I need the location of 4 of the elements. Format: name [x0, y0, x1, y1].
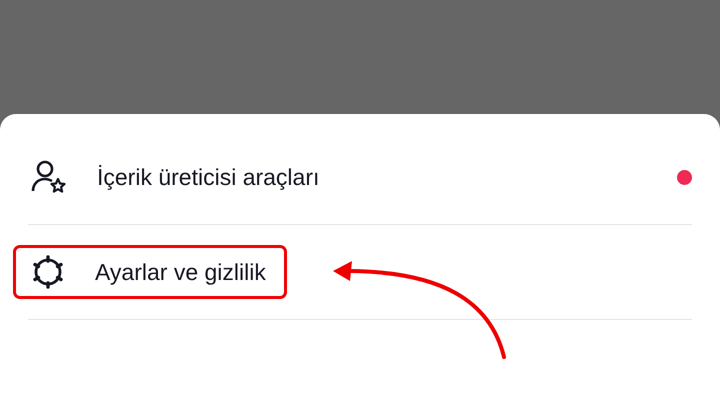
- gear-icon: [31, 255, 65, 289]
- menu-item-label[interactable]: İçerik üreticisi araçları: [97, 164, 320, 190]
- person-star-icon: [31, 160, 67, 194]
- menu-item-label[interactable]: Ayarlar ve gizlilik: [95, 258, 266, 286]
